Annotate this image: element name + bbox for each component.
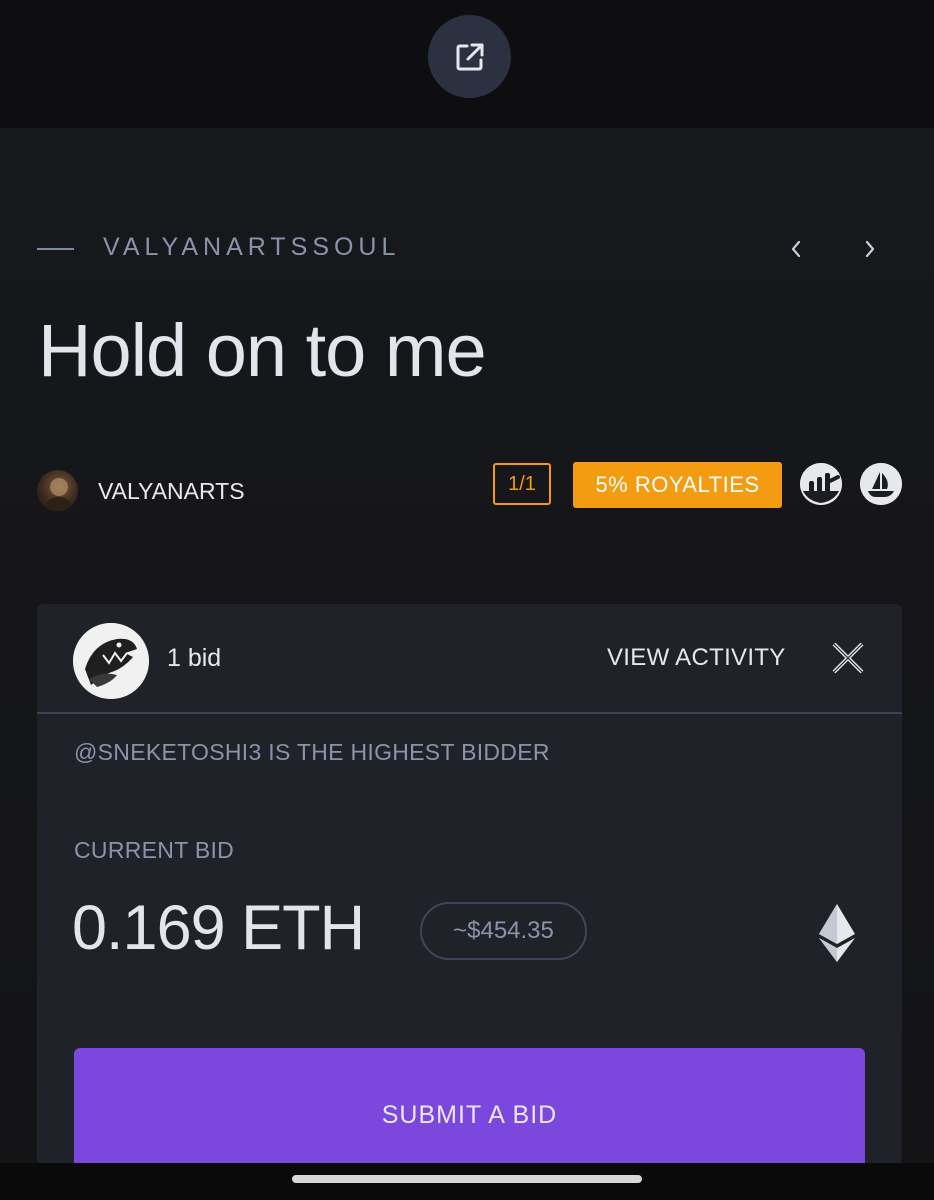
ethereum-icon (819, 904, 855, 962)
next-artwork-button[interactable] (855, 232, 885, 266)
chevron-left-icon (791, 240, 801, 258)
open-external-button[interactable] (428, 15, 511, 98)
edition-badge: 1/1 (493, 463, 551, 505)
bid-count: 1 bid (167, 644, 222, 672)
nft-auction-page: VALYANARTSSOUL Hold on to me VALYANARTS … (0, 0, 934, 1200)
opensea-link[interactable] (860, 463, 902, 505)
close-icon (832, 642, 864, 674)
card-divider (37, 712, 902, 714)
current-bid-amount: 0.169 ETH (72, 893, 365, 963)
royalties-badge: 5% ROYALTIES (573, 462, 782, 508)
chevron-right-icon (865, 240, 875, 258)
view-activity-link[interactable]: VIEW ACTIVITY (607, 644, 786, 672)
artist-avatar-image (43, 476, 74, 511)
bidder-avatar[interactable] (73, 623, 149, 699)
home-indicator[interactable] (292, 1175, 642, 1183)
current-bid-label: CURRENT BID (74, 837, 235, 863)
bidder-avatar-image (73, 623, 149, 699)
artist-name[interactable]: VALYANARTS (98, 478, 245, 505)
auction-card-header: 1 bid VIEW ACTIVITY (37, 604, 902, 712)
artist-avatar[interactable] (37, 470, 78, 511)
artwork-title: Hold on to me (38, 309, 487, 392)
auction-card: 1 bid VIEW ACTIVITY @SNEKETOSHI3 IS THE … (37, 604, 902, 1164)
chart-icon (800, 463, 842, 505)
close-button[interactable] (830, 640, 866, 676)
collection-name[interactable]: VALYANARTSSOUL (103, 233, 400, 262)
submit-bid-button[interactable]: SUBMIT A BID (74, 1048, 865, 1164)
collection-dash (37, 248, 74, 250)
previous-artwork-button[interactable] (781, 232, 811, 266)
highest-bidder-text: @SNEKETOSHI3 IS THE HIGHEST BIDDER (74, 739, 550, 765)
opensea-icon (860, 463, 902, 505)
analytics-link[interactable] (800, 463, 842, 505)
external-link-icon (456, 43, 483, 70)
usd-value-badge: ~$454.35 (420, 902, 587, 960)
